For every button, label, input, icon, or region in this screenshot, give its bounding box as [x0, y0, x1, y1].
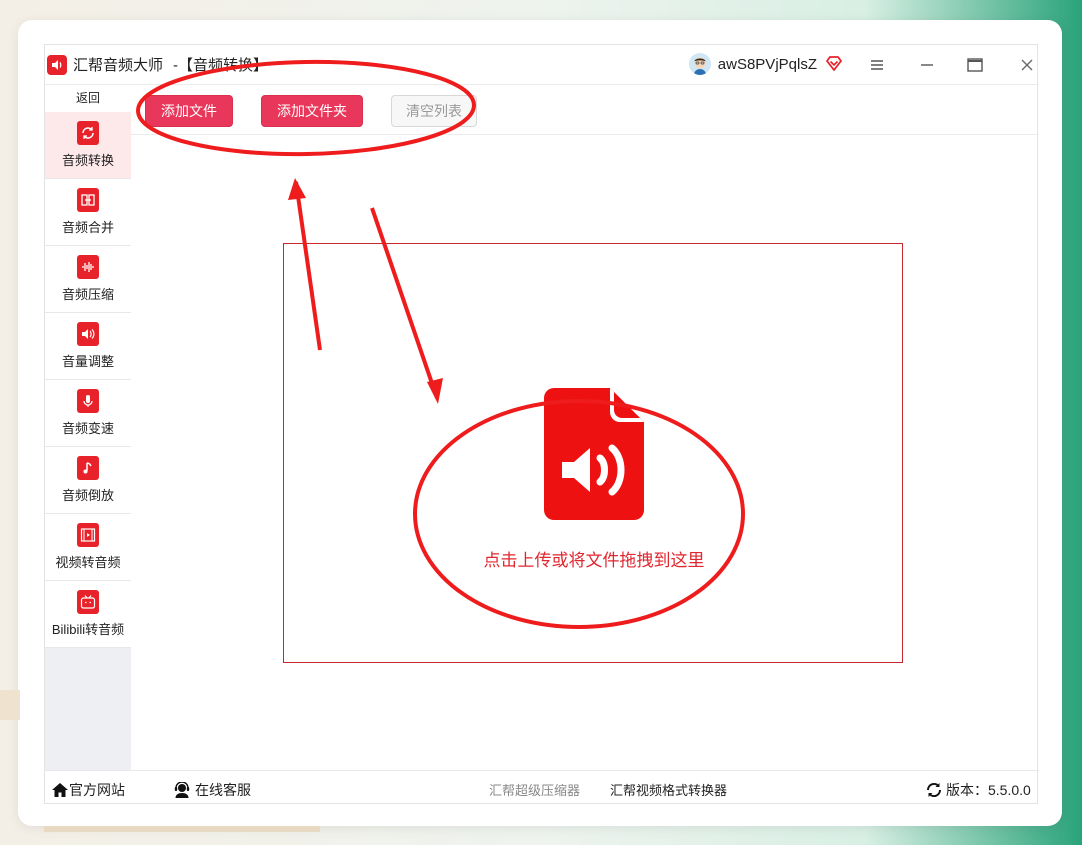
film-icon — [77, 523, 99, 547]
sidebar-item-volume-adjust[interactable]: 音量调整 — [45, 313, 131, 380]
sidebar-item-bilibili-to-audio[interactable]: Bilibili转音频 — [45, 581, 131, 648]
page-subtitle: -【音频转换】 — [173, 57, 269, 74]
sidebar-item-label: 音频倒放 — [61, 488, 114, 503]
title-bar: 汇帮音频大师 -【音频转换】 awS8PVjPqlsZ — [45, 45, 1039, 85]
official-site-label: 官方网站 — [69, 782, 125, 798]
maximize-icon[interactable] — [965, 55, 985, 75]
toolbar: 添加文件 添加文件夹 清空列表 — [131, 85, 1039, 135]
version-info[interactable]: 版本：5.5.0.0 — [925, 780, 1031, 800]
add-folder-button[interactable]: 添加文件夹 — [261, 95, 363, 127]
app-logo-icon — [47, 54, 67, 75]
dropzone-hint: 点击上传或将文件拖拽到这里 — [483, 551, 705, 570]
sidebar-item-video-to-audio[interactable]: 视频转音频 — [45, 514, 131, 581]
status-bar: 官方网站 在线客服 汇帮超级压缩器 汇帮视频格式转换器 版本：5.5.0.0 — [45, 770, 1039, 805]
sidebar-item-audio-speed[interactable]: 音频变速 — [45, 380, 131, 447]
tv-icon — [77, 590, 99, 614]
official-site-link[interactable]: 官方网站 — [51, 780, 125, 800]
sidebar-item-audio-reverse[interactable]: 音频倒放 — [45, 447, 131, 514]
clear-list-button[interactable]: 清空列表 — [391, 95, 477, 127]
sidebar-item-label: 视频转音频 — [55, 555, 121, 570]
microphone-icon — [77, 389, 99, 413]
username: awS8PVjPqlsZ — [717, 55, 817, 73]
audio-compress-icon — [77, 255, 99, 279]
refresh-icon — [926, 782, 942, 798]
audio-merge-icon — [77, 188, 99, 212]
app-window: 汇帮音频大师 -【音频转换】 awS8PVjPqlsZ 返回 音频转换 音频合并… — [44, 44, 1039, 805]
online-service-link[interactable]: 在线客服 — [173, 780, 251, 800]
version-label: 版本：5.5.0.0 — [946, 782, 1031, 798]
background-strip — [0, 690, 20, 720]
sidebar-item-label: 音频压缩 — [61, 287, 114, 302]
audio-convert-icon — [77, 121, 99, 145]
app-title: 汇帮音频大师 — [73, 57, 164, 74]
sidebar-item-label: 音频转换 — [61, 153, 114, 168]
back-link[interactable]: 返回 — [45, 85, 131, 112]
sidebar: 返回 音频转换 音频合并 音频压缩 音量调整 音频变速 音频倒放 视频转音频 B… — [45, 85, 131, 770]
minimize-icon[interactable] — [917, 55, 937, 75]
sidebar-item-audio-compress[interactable]: 音频压缩 — [45, 246, 131, 313]
sidebar-item-label: 音频合并 — [61, 220, 114, 235]
sidebar-item-label: 音量调整 — [61, 354, 114, 369]
audio-file-icon — [544, 388, 644, 520]
upload-dropzone[interactable]: 点击上传或将文件拖拽到这里 — [283, 243, 903, 663]
add-file-button[interactable]: 添加文件 — [145, 95, 233, 127]
menu-icon[interactable] — [867, 55, 887, 75]
avatar — [688, 53, 711, 75]
sidebar-item-audio-merge[interactable]: 音频合并 — [45, 179, 131, 246]
user-account[interactable]: awS8PVjPqlsZ — [688, 53, 843, 75]
online-service-label: 在线客服 — [195, 782, 251, 798]
compressor-link[interactable]: 汇帮超级压缩器 — [489, 780, 580, 799]
background-strip — [44, 826, 320, 832]
close-icon[interactable] — [1017, 55, 1037, 75]
customer-service-icon — [174, 782, 190, 798]
volume-adjust-icon — [77, 322, 99, 346]
sidebar-item-label: Bilibili转音频 — [51, 622, 125, 637]
music-note-icon — [77, 456, 99, 480]
sidebar-item-label: 音频变速 — [61, 421, 114, 436]
sidebar-item-audio-convert[interactable]: 音频转换 — [45, 112, 131, 179]
home-icon — [52, 783, 68, 797]
vip-diamond-icon — [826, 56, 842, 71]
video-converter-link[interactable]: 汇帮视频格式转换器 — [610, 780, 727, 799]
